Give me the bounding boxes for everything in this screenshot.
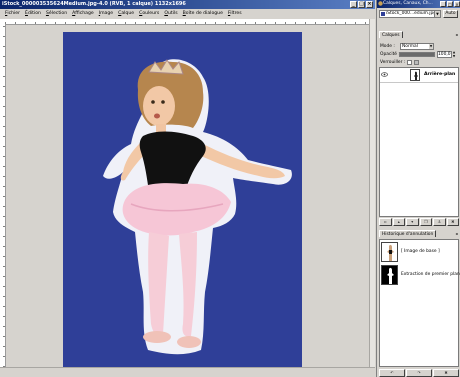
layer-thumbnail xyxy=(410,69,420,81)
menu-edition[interactable]: Édition xyxy=(25,11,41,16)
image-selector-value: iStock_000...edium.jpg-4 xyxy=(386,11,441,16)
history-thumbnail-image xyxy=(382,266,397,284)
new-layer-button[interactable]: ▫ xyxy=(379,218,392,226)
redo-button[interactable]: ↷ xyxy=(406,369,432,377)
maximize-button[interactable]: □ xyxy=(358,1,365,8)
history-panel-header: Historique d'annulation ◂ xyxy=(379,230,459,237)
menu-affichage[interactable]: Affichage xyxy=(72,11,94,16)
image-window-titlebar[interactable]: iStock_000003535624Medium.jpg-4.0 (RVB, … xyxy=(0,0,375,9)
left-eye xyxy=(151,100,155,104)
dock-close-button[interactable]: × xyxy=(454,1,460,7)
duplicate-layer-button[interactable]: ❐ xyxy=(419,218,432,226)
menu-calque[interactable]: Calque xyxy=(118,11,134,16)
mouth xyxy=(154,113,160,119)
menu-bar: Fichier Édition Sélection Affichage Imag… xyxy=(0,9,375,18)
menu-couleurs[interactable]: Couleurs xyxy=(139,11,159,16)
layer-name: Arrière-plan xyxy=(424,72,456,77)
ballerina-photo xyxy=(103,59,292,355)
delete-layer-button[interactable]: ✖ xyxy=(446,218,459,226)
right-eye xyxy=(161,100,165,104)
menu-filtres[interactable]: Filtres xyxy=(228,11,242,16)
menu-selection[interactable]: Sélection xyxy=(46,11,67,16)
history-list: [ Image de base ] Extraction de premier … xyxy=(379,239,460,367)
dock-minimize-button[interactable]: _ xyxy=(440,1,446,7)
face xyxy=(143,86,175,126)
image-thumbnail-icon xyxy=(381,12,385,16)
mode-dropdown[interactable]: Normal ▼ xyxy=(400,43,434,50)
history-item-base-image[interactable]: [ Image de base ] xyxy=(380,241,458,263)
minimize-button[interactable]: _ xyxy=(350,1,357,8)
raise-layer-button[interactable]: ▴ xyxy=(392,218,405,226)
opacity-label: Opacité : xyxy=(380,52,400,57)
image-window: iStock_000003535624Medium.jpg-4.0 (RVB, … xyxy=(0,0,375,377)
eye-icon[interactable] xyxy=(381,71,388,78)
history-thumbnail xyxy=(381,265,398,285)
window-controls: _ □ × xyxy=(350,1,373,8)
right-shoe xyxy=(177,336,201,348)
dock-title: Calques, Canaux, Ch... xyxy=(383,1,433,6)
opacity-spinner[interactable]: ▲ ▼ xyxy=(452,50,456,58)
tutu xyxy=(122,183,231,236)
opacity-slider[interactable] xyxy=(399,52,435,57)
menu-image[interactable]: Image xyxy=(99,11,113,16)
layers-list: Arrière-plan xyxy=(379,67,459,217)
image-selector-dropdown[interactable]: iStock_000...edium.jpg-4 ▼ xyxy=(379,10,441,18)
menu-boite-de-dialogue[interactable]: Boîte de dialogue xyxy=(183,11,223,16)
opacity-slider-fill xyxy=(400,53,434,56)
undo-button[interactable]: ↶ xyxy=(379,369,405,377)
dock-maximize-button[interactable]: □ xyxy=(447,1,453,7)
dock-window-controls: _ □ × xyxy=(440,1,460,7)
panel-menu-icon[interactable]: ◂ xyxy=(454,231,459,236)
auto-button[interactable]: Auto xyxy=(443,10,458,18)
lock-alpha-checkbox[interactable] xyxy=(414,60,419,65)
history-thumbnail-image xyxy=(382,243,397,261)
anchor-layer-button[interactable]: ⚓ xyxy=(433,218,446,226)
layer-thumbnail-image xyxy=(411,70,419,80)
layers-dock: Calques, Canaux, Ch... _ □ × iStock_000.… xyxy=(376,0,460,377)
lock-pixels-checkbox[interactable] xyxy=(407,60,412,65)
image-window-title: iStock_000003535624Medium.jpg-4.0 (RVB, … xyxy=(2,1,186,7)
history-button-row: ↶ ↷ ✖ xyxy=(379,369,459,377)
panel-menu-icon[interactable]: ◂ xyxy=(454,32,459,37)
layers-button-row: ▫ ▴ ▾ ❐ ⚓ ✖ xyxy=(379,218,459,226)
history-item-label: Extraction de premier plan xyxy=(401,272,460,277)
close-button[interactable]: × xyxy=(366,1,373,8)
opacity-input[interactable]: 100,0 xyxy=(437,51,452,58)
history-item-foreground-extraction[interactable]: Extraction de premier plan xyxy=(380,264,460,286)
menu-outils[interactable]: Outils xyxy=(164,11,177,16)
history-item-label: [ Image de base ] xyxy=(401,249,440,254)
layer-row[interactable]: Arrière-plan xyxy=(380,68,458,83)
mode-label: Mode : xyxy=(380,44,395,49)
tab-historique[interactable]: Historique d'annulation xyxy=(379,230,437,237)
image-canvas[interactable] xyxy=(63,32,302,377)
lock-label: Verrouiller : xyxy=(380,60,406,65)
lower-layer-button[interactable]: ▾ xyxy=(406,218,419,226)
horizontal-scrollbar[interactable] xyxy=(0,367,375,377)
vertical-scrollbar[interactable] xyxy=(369,19,375,367)
clear-history-button[interactable]: ✖ xyxy=(433,369,459,377)
dock-titlebar[interactable]: Calques, Canaux, Ch... _ □ × xyxy=(377,0,460,8)
menu-fichier[interactable]: Fichier xyxy=(5,11,20,16)
chevron-down-icon: ▼ xyxy=(434,11,440,17)
tab-calques[interactable]: Calques xyxy=(379,31,403,38)
history-thumbnail xyxy=(381,242,398,262)
left-shoe xyxy=(143,331,171,343)
gimp-icon xyxy=(378,1,383,6)
mode-value: Normal xyxy=(402,44,418,49)
layers-panel-header: Calques ◂ xyxy=(379,31,459,38)
chevron-down-icon: ▼ xyxy=(429,44,433,49)
